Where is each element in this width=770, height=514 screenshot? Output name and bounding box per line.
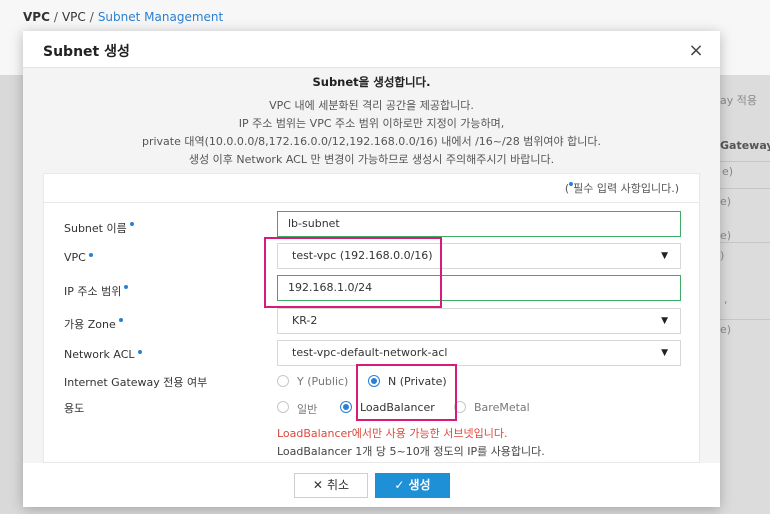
- intro-line: IP 주소 범위는 VPC 주소 범위 이하로만 지정이 가능하며,: [238, 117, 505, 130]
- check-icon: ✓: [394, 478, 405, 492]
- radio-selected-icon: [368, 375, 380, 387]
- breadcrumb: VPC / VPC / Subnet Management: [23, 10, 223, 24]
- intro-line: VPC 내에 세분화된 격리 공간을 제공합니다.: [269, 99, 474, 112]
- background-cell: e): [720, 323, 732, 336]
- breadcrumb-separator: /: [53, 10, 58, 24]
- modal-footer: ✕ 취소 ✓ 생성: [23, 463, 720, 507]
- radio-label: Y (Public): [297, 375, 349, 388]
- close-icon[interactable]: ×: [686, 41, 706, 61]
- background-cell: ,: [724, 293, 728, 306]
- required-note-text: 필수 입력 사항입니다.): [573, 182, 679, 195]
- zone-select[interactable]: KR-2 ▼: [277, 308, 681, 334]
- network-acl-select[interactable]: test-vpc-default-network-acl ▼: [277, 340, 681, 366]
- radio-label: N (Private): [388, 375, 447, 388]
- radio-selected-icon: [340, 401, 352, 413]
- radio-icon: [454, 401, 466, 413]
- loadbalancer-warning-text: LoadBalancer에서만 사용 가능한 서브넷입니다.: [277, 427, 508, 440]
- background-column-header: Gateway: [720, 139, 770, 152]
- required-dot-icon: [129, 222, 134, 226]
- network-acl-label: Network ACL: [64, 348, 142, 361]
- background-cell: e): [720, 195, 732, 208]
- background-cell: e): [722, 165, 734, 178]
- caret-down-icon: ▼: [661, 316, 668, 326]
- cancel-button[interactable]: ✕ 취소: [294, 473, 368, 498]
- required-note: (필수 입력 사항입니다.): [565, 180, 679, 196]
- breadcrumb-parent[interactable]: VPC: [62, 10, 86, 24]
- intro-title: Subnet을 생성합니다.: [312, 75, 431, 89]
- background-cell: e): [720, 229, 732, 242]
- vpc-select[interactable]: test-vpc (192.168.0.0/16) ▼: [277, 243, 681, 269]
- background-text: ay 적용: [720, 94, 757, 107]
- network-acl-select-value: test-vpc-default-network-acl: [292, 346, 448, 359]
- subnet-name-label-text: Subnet 이름: [64, 222, 127, 235]
- network-acl-label-text: Network ACL: [64, 348, 135, 361]
- divider: [44, 202, 699, 203]
- cancel-button-label: 취소: [326, 478, 350, 492]
- modal-body: Subnet을 생성합니다. VPC 내에 세분화된 격리 공간을 제공합니다.…: [23, 68, 720, 463]
- required-dot-icon: [118, 318, 123, 322]
- intro-line: 생성 이후 Network ACL 만 변경이 가능하므로 생성시 주의해주시기…: [188, 153, 555, 166]
- background-cell: ): [720, 249, 725, 262]
- radio-icon: [277, 375, 289, 387]
- igw-only-label: Internet Gateway 전용 여부: [64, 376, 208, 389]
- divider: [720, 188, 770, 189]
- caret-down-icon: ▼: [661, 348, 668, 358]
- modal-title: Subnet 생성: [43, 44, 130, 60]
- subnet-form: (필수 입력 사항입니다.) Subnet 이름 lb-subnet VPC t…: [43, 173, 700, 463]
- intro-line: private 대역(10.0.0.0/8,172.16.0.0/12,192.…: [141, 135, 602, 148]
- divider: [720, 161, 770, 162]
- zone-label-text: 가용 Zone: [64, 318, 116, 331]
- loadbalancer-ip-hint: LoadBalancer 1개 당 5~10개 정도의 IP를 사용합니다.: [277, 445, 545, 458]
- required-dot-icon: [88, 253, 93, 257]
- radio-label: 일반: [297, 403, 318, 416]
- vpc-select-value: test-vpc (192.168.0.0/16): [292, 249, 433, 262]
- breadcrumb-separator: /: [89, 10, 94, 24]
- radio-label: LoadBalancer: [360, 401, 435, 414]
- close-icon: ✕: [312, 478, 323, 492]
- caret-down-icon: ▼: [661, 251, 668, 261]
- vpc-label: VPC: [64, 251, 93, 264]
- create-button[interactable]: ✓ 생성: [375, 473, 450, 498]
- subnet-name-input[interactable]: lb-subnet: [277, 211, 681, 237]
- modal-header: Subnet 생성 ×: [23, 31, 720, 68]
- ip-range-input[interactable]: 192.168.1.0/24: [277, 275, 681, 301]
- divider: [720, 319, 770, 320]
- breadcrumb-current: Subnet Management: [97, 10, 224, 24]
- create-subnet-modal: Subnet 생성 × Subnet을 생성합니다. VPC 내에 세분화된 격…: [23, 31, 720, 507]
- required-dot-icon: [137, 350, 142, 354]
- breadcrumb-root[interactable]: VPC: [23, 10, 50, 24]
- zone-label: 가용 Zone: [64, 316, 123, 332]
- usage-label: 용도: [64, 402, 85, 415]
- ip-range-label: IP 주소 범위: [64, 283, 129, 299]
- subnet-name-label: Subnet 이름: [64, 220, 134, 236]
- vpc-label-text: VPC: [64, 251, 86, 264]
- divider: [720, 242, 770, 243]
- ip-range-label-text: IP 주소 범위: [64, 285, 122, 298]
- radio-icon: [277, 401, 289, 413]
- background-table: ay 적용 Gateway e) e) e) ) , e): [720, 75, 770, 514]
- zone-select-value: KR-2: [292, 314, 318, 327]
- create-button-label: 생성: [408, 478, 431, 492]
- radio-label: BareMetal: [474, 401, 530, 414]
- required-dot-icon: [124, 285, 129, 289]
